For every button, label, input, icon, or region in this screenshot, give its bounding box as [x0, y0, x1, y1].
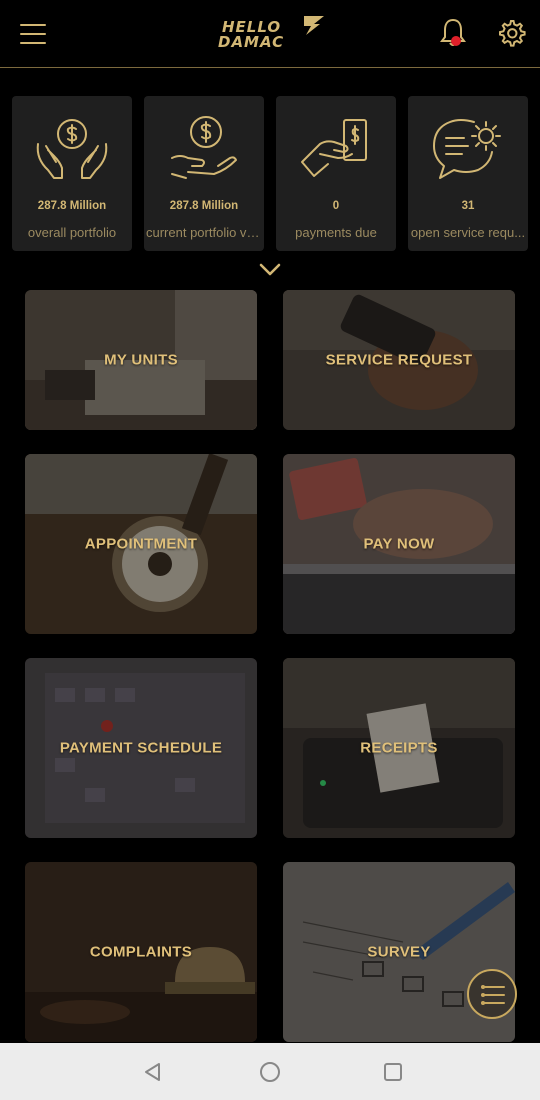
menu-icon[interactable] [20, 24, 48, 44]
tile-complaints[interactable]: COMPLAINTS [25, 862, 257, 1042]
hand-bill-payment-icon [301, 119, 367, 177]
tile-label: PAYMENT SCHEDULE [59, 739, 223, 757]
tile-my-units[interactable]: MY UNITS [25, 290, 257, 430]
tile-label: COMPLAINTS [89, 943, 193, 961]
tile-pay-now[interactable]: PAY NOW [283, 454, 515, 634]
stat-value: 31 [461, 200, 475, 212]
recents-square-icon[interactable] [383, 1062, 403, 1082]
stat-card-open-service-requests[interactable]: 31 open service requ... [408, 96, 528, 251]
tile-label: RECEIPTS [360, 739, 438, 757]
tile-label: APPOINTMENT [84, 535, 198, 553]
stat-label: open service requ... [410, 225, 526, 240]
notification-dot [451, 36, 461, 46]
logo-bolt-icon [304, 16, 324, 35]
tile-appointment[interactable]: APPOINTMENT [25, 454, 257, 634]
app-header: HELLO DAMAC [0, 0, 540, 68]
tile-payment-schedule[interactable]: PAYMENT SCHEDULE [25, 658, 257, 838]
tile-label: SURVEY [367, 943, 431, 961]
tile-label: MY UNITS [104, 351, 178, 369]
stat-card-overall-portfolio[interactable]: 287.8 Million overall portfolio [12, 96, 132, 251]
tile-receipts[interactable]: RECEIPTS [283, 658, 515, 838]
stat-value: 0 [332, 200, 340, 212]
chat-gear-icon [433, 119, 501, 179]
stat-card-payments-due[interactable]: 0 payments due [276, 96, 396, 251]
logo-line2: DAMAC [218, 33, 285, 51]
stat-label: payments due [295, 225, 377, 240]
stat-value: 287.8 Million [37, 200, 107, 212]
stat-value: 287.8 Million [169, 200, 239, 212]
stat-label: overall portfolio [27, 225, 117, 240]
floating-list-menu-button[interactable] [467, 969, 517, 1019]
tile-service-request[interactable]: SERVICE REQUEST [283, 290, 515, 430]
tile-label: PAY NOW [363, 535, 435, 553]
hands-dollar-icon [36, 119, 108, 179]
chevron-down-icon[interactable] [259, 263, 281, 277]
hand-dollar-coin-icon [171, 116, 237, 179]
stat-card-current-portfolio-value[interactable]: 287.8 Million current portfolio val... [144, 96, 264, 251]
system-navigation-bar [0, 1043, 540, 1100]
home-circle-icon[interactable] [259, 1061, 281, 1083]
tile-label: SERVICE REQUEST [325, 351, 473, 369]
notification-bell-icon[interactable] [438, 17, 468, 49]
stat-label: current portfolio val... [146, 225, 264, 240]
settings-gear-icon[interactable] [496, 18, 526, 48]
hello-damac-logo: HELLO DAMAC [214, 14, 328, 54]
back-triangle-icon[interactable] [143, 1062, 161, 1082]
